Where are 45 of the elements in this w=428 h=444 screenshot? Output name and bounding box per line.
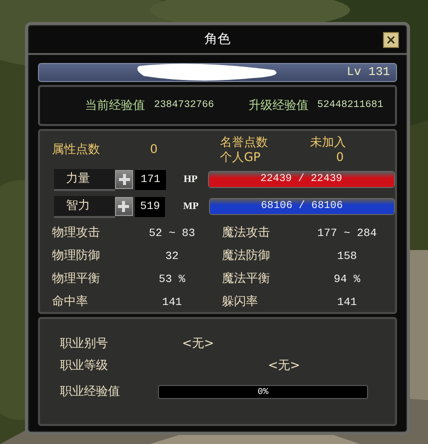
bar-label: MP: [183, 201, 199, 212]
attribute-points-label: 属性点数: [52, 142, 101, 158]
exp-value: 2384732766: [154, 100, 216, 111]
stat-label: 物理攻击: [52, 224, 101, 241]
plus-icon[interactable]: [114, 170, 134, 190]
stat-label: 魔法防御: [222, 246, 271, 264]
attribute-value: 171: [135, 170, 166, 190]
exp-value: 52448211681: [317, 100, 384, 111]
stat-label: 魔法平衡: [222, 270, 271, 287]
honor-label: 名誉点数: [220, 134, 269, 150]
attribute-value: 519: [135, 196, 166, 217]
stat-label: 物理防御: [52, 246, 101, 264]
job-exp-reading: 0%: [256, 386, 270, 398]
attribute-name: 智力: [54, 196, 115, 218]
level-text: Lv 131: [346, 65, 390, 80]
plus-icon[interactable]: [114, 197, 134, 216]
job-alias-value: <无>: [182, 336, 214, 350]
job-grade-label: 职业等级: [60, 357, 108, 374]
job-exp-label: 职业经验值: [60, 383, 120, 400]
attribute-points-value: 0: [150, 142, 159, 158]
stat-label: 魔法攻击: [222, 224, 271, 241]
window-title: 角色: [204, 30, 230, 48]
stat-value: 32: [165, 250, 179, 263]
stat-label: 躲闪率: [222, 292, 259, 310]
stat-value: 141: [337, 296, 357, 309]
attribute-name: 力量: [54, 168, 115, 191]
stat-value: 141: [162, 296, 182, 309]
bar-label: HP: [184, 174, 198, 186]
gp-value: 0: [335, 150, 345, 165]
job-grade-value: <无>: [268, 358, 300, 372]
exp-label: 当前经验值: [85, 96, 145, 114]
job-alias-label: 职业别号: [60, 335, 108, 352]
stat-value: 158: [337, 250, 357, 263]
honor-value: 未加入: [310, 134, 347, 150]
stat-value: 94 %: [334, 274, 360, 286]
gauge-reading: 68106 / 68106: [260, 199, 344, 214]
close-button[interactable]: ×: [383, 32, 399, 48]
exp-label: 升级经验值: [248, 96, 308, 114]
stat-label: 物理平衡: [52, 270, 101, 287]
stat-value: 53 %: [158, 274, 186, 286]
gp-label: 个人GP: [220, 150, 262, 165]
gauge-reading: 22439 / 22439: [259, 172, 344, 188]
stat-value: 177 ~ 284: [317, 228, 377, 240]
stat-label: 命中率: [52, 292, 89, 310]
stat-value: 52 ~ 83: [148, 228, 196, 240]
